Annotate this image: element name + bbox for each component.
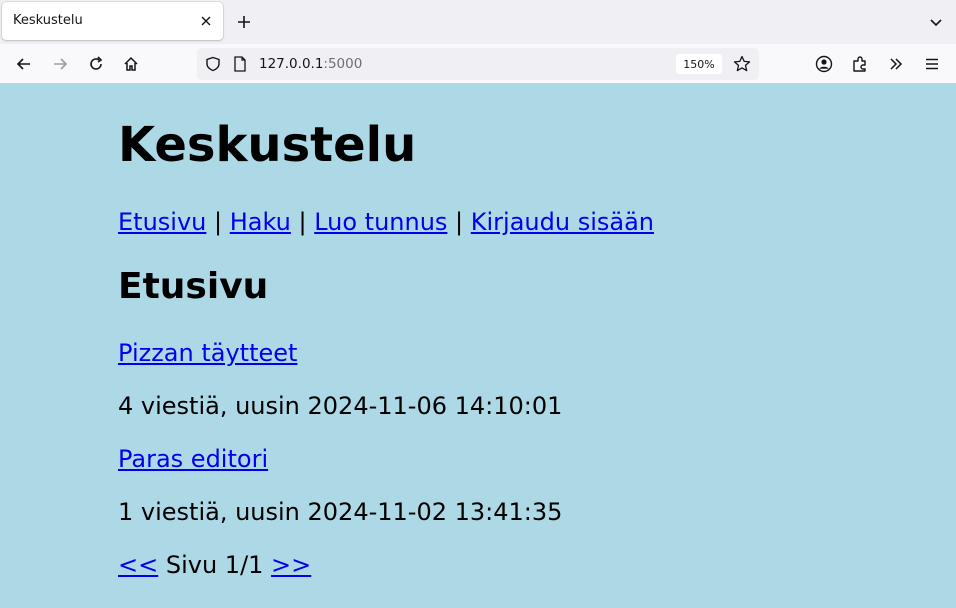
nav-separator: | bbox=[206, 208, 230, 236]
nav-link-register[interactable]: Luo tunnus bbox=[314, 208, 447, 236]
thread-info: 4 viestiä, uusin 2024-11-06 14:10:01 bbox=[118, 392, 563, 420]
active-tab[interactable]: Keskustelu bbox=[2, 2, 223, 40]
thread-info: 1 viestiä, uusin 2024-11-02 13:41:35 bbox=[118, 498, 563, 526]
nav-link-login[interactable]: Kirjaudu sisään bbox=[471, 208, 654, 236]
forward-arrow-icon[interactable] bbox=[48, 52, 72, 76]
next-page-link[interactable]: >> bbox=[271, 551, 311, 579]
back-arrow-icon[interactable] bbox=[12, 52, 36, 76]
url-text[interactable]: 127.0.0.1:5000 bbox=[259, 56, 362, 72]
bookmark-star-icon[interactable] bbox=[732, 54, 752, 74]
thread-item: Paras editori bbox=[118, 442, 268, 476]
address-bar[interactable]: 127.0.0.1:5000 150% bbox=[197, 48, 759, 80]
page-status: Sivu 1/1 bbox=[158, 551, 272, 579]
navigation-toolbar: 127.0.0.1:5000 150% bbox=[0, 44, 956, 84]
pagination: << Sivu 1/1 >> bbox=[118, 548, 311, 582]
tab-bar: Keskustelu bbox=[0, 0, 956, 44]
nav-link-home[interactable]: Etusivu bbox=[118, 208, 206, 236]
tab-title: Keskustelu bbox=[13, 13, 83, 28]
shield-icon[interactable] bbox=[203, 54, 223, 74]
url-port: :5000 bbox=[323, 56, 363, 72]
thread-link[interactable]: Pizzan täytteet bbox=[118, 339, 297, 367]
nav-link-search[interactable]: Haku bbox=[230, 208, 291, 236]
thread-link[interactable]: Paras editori bbox=[118, 445, 268, 473]
section-title: Etusivu bbox=[118, 266, 269, 307]
home-icon[interactable] bbox=[119, 52, 143, 76]
nav-separator: | bbox=[447, 208, 471, 236]
overflow-chevrons-icon[interactable] bbox=[884, 52, 908, 76]
nav-separator: | bbox=[290, 208, 315, 236]
main-nav: Etusivu | Haku | Luo tunnus | Kirjaudu s… bbox=[118, 205, 654, 239]
hamburger-menu-icon[interactable] bbox=[920, 52, 944, 76]
thread-item: Pizzan täytteet bbox=[118, 336, 297, 370]
extensions-icon[interactable] bbox=[848, 52, 872, 76]
close-tab-icon[interactable] bbox=[196, 11, 216, 31]
reload-icon[interactable] bbox=[84, 52, 108, 76]
page-icon[interactable] bbox=[230, 54, 250, 74]
url-host: 127.0.0.1 bbox=[259, 56, 324, 72]
zoom-level-badge[interactable]: 150% bbox=[676, 54, 722, 74]
account-icon[interactable] bbox=[812, 52, 836, 76]
site-title: Keskustelu bbox=[118, 117, 417, 173]
new-tab-icon[interactable] bbox=[233, 11, 255, 33]
chevron-down-icon[interactable] bbox=[925, 11, 947, 33]
prev-page-link[interactable]: << bbox=[118, 551, 158, 579]
